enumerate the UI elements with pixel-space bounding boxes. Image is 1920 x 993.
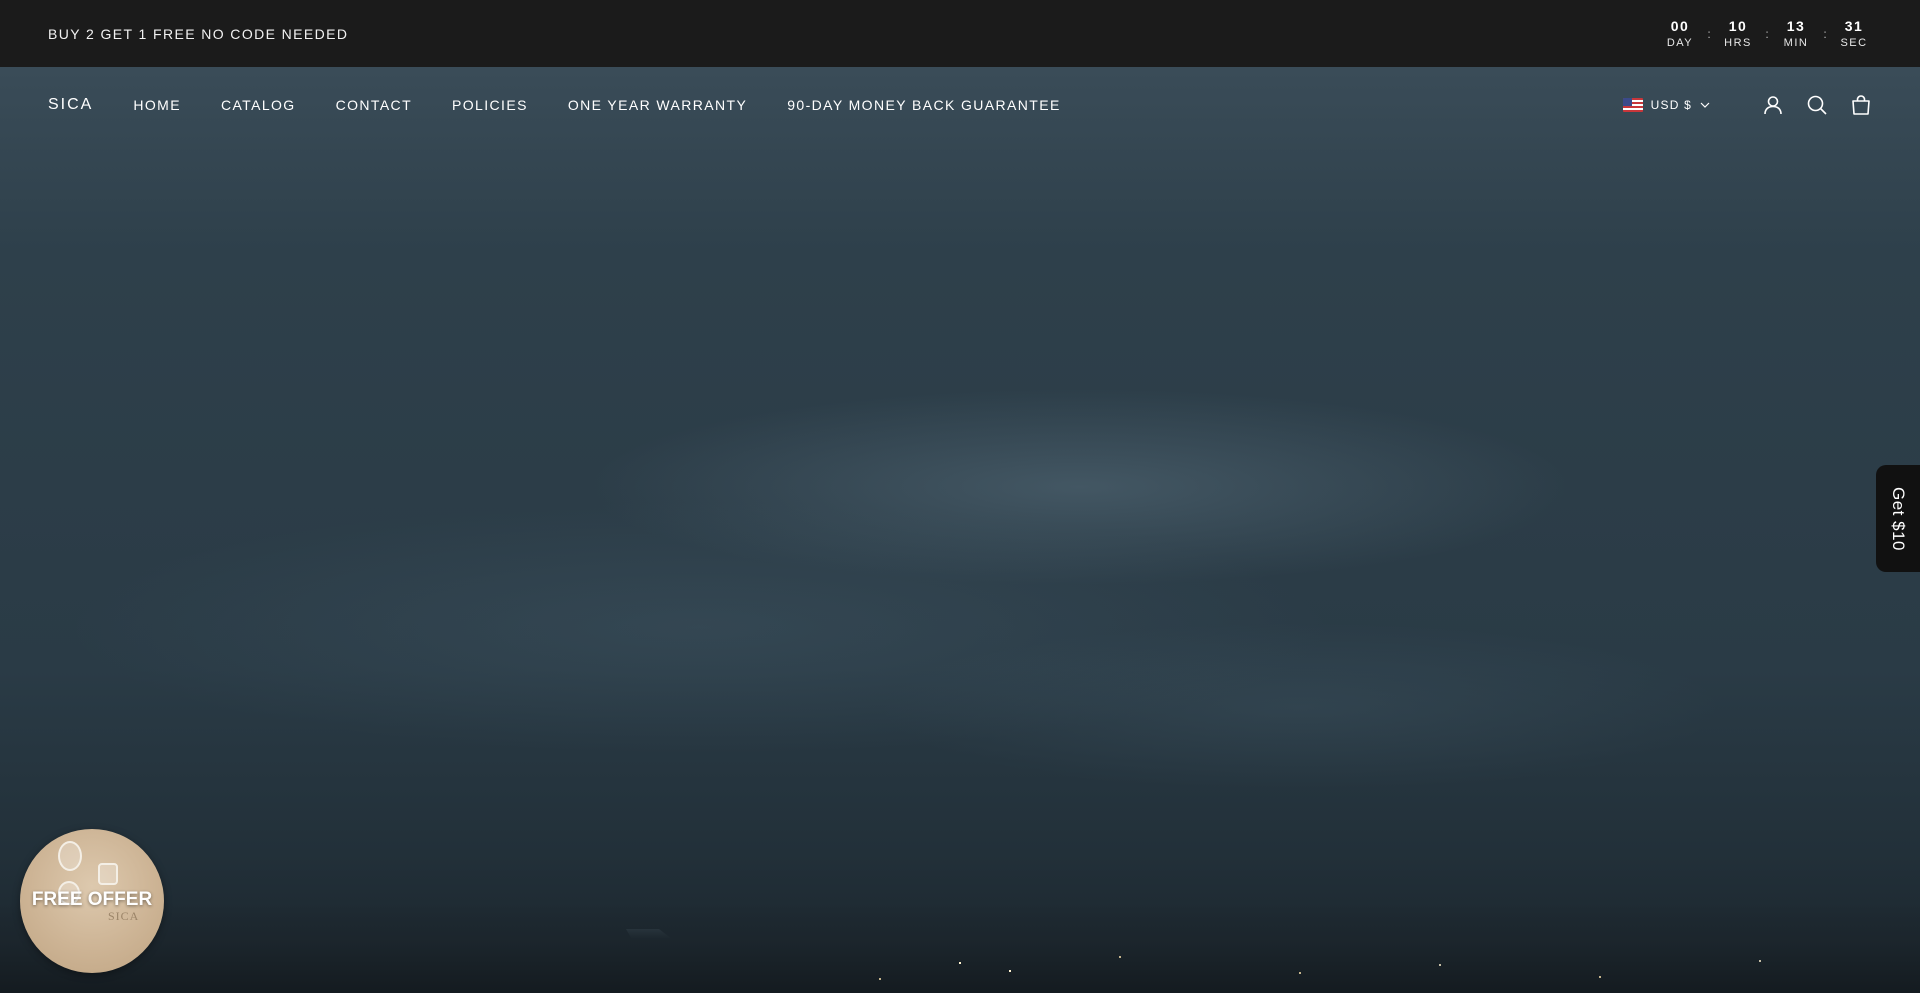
nav-home[interactable]: HOME bbox=[133, 97, 181, 113]
ring-image bbox=[98, 863, 118, 885]
announcement-text: BUY 2 GET 1 FREE NO CODE NEEDED bbox=[48, 25, 349, 42]
countdown-minutes-label: MIN bbox=[1783, 36, 1809, 49]
countdown-hours: 10 HRS bbox=[1720, 17, 1756, 51]
main-nav: HOME CATALOG CONTACT POLICIES ONE YEAR W… bbox=[133, 97, 1060, 113]
chevron-down-icon bbox=[1700, 102, 1710, 108]
countdown-days-value: 00 bbox=[1670, 17, 1690, 34]
nav-money-back-guarantee[interactable]: 90-DAY MONEY BACK GUARANTEE bbox=[787, 97, 1061, 113]
countdown-minutes-value: 13 bbox=[1786, 17, 1806, 34]
account-icon[interactable] bbox=[1762, 94, 1784, 116]
site-logo[interactable]: SICA bbox=[48, 96, 93, 114]
site-header: SICA HOME CATALOG CONTACT POLICIES ONE Y… bbox=[0, 67, 1920, 143]
nav-one-year-warranty[interactable]: ONE YEAR WARRANTY bbox=[568, 97, 747, 113]
cart-icon[interactable] bbox=[1850, 94, 1872, 116]
countdown-separator: : bbox=[1707, 26, 1711, 41]
us-flag-icon bbox=[1622, 98, 1643, 112]
hero-background bbox=[0, 67, 1920, 993]
free-offer-label: FREE OFFER bbox=[31, 889, 153, 910]
header-actions: USD $ bbox=[1622, 94, 1872, 116]
hero-city-lights bbox=[0, 943, 1920, 993]
currency-label: USD $ bbox=[1650, 98, 1692, 112]
countdown-days-label: DAY bbox=[1666, 36, 1694, 49]
currency-selector[interactable]: USD $ bbox=[1622, 98, 1710, 112]
nav-contact[interactable]: CONTACT bbox=[336, 97, 412, 113]
countdown-seconds-label: SEC bbox=[1840, 36, 1868, 49]
countdown-days: 00 DAY bbox=[1662, 17, 1698, 51]
countdown-minutes: 13 MIN bbox=[1778, 17, 1814, 51]
announcement-bar: BUY 2 GET 1 FREE NO CODE NEEDED 00 DAY :… bbox=[0, 0, 1920, 67]
get-ten-dollars-tab[interactable]: Get $10 bbox=[1876, 465, 1920, 572]
countdown-timer: 00 DAY : 10 HRS : 13 MIN : 31 SEC bbox=[1662, 17, 1872, 51]
countdown-seconds: 31 SEC bbox=[1836, 17, 1872, 51]
search-icon[interactable] bbox=[1806, 94, 1828, 116]
offer-brand-mark: SICA bbox=[108, 909, 140, 923]
ring-image bbox=[58, 841, 82, 871]
countdown-hours-label: HRS bbox=[1724, 36, 1752, 49]
countdown-separator: : bbox=[1823, 26, 1827, 41]
get-ten-dollars-label: Get $10 bbox=[1889, 486, 1908, 551]
countdown-hours-value: 10 bbox=[1728, 17, 1748, 34]
countdown-separator: : bbox=[1765, 26, 1769, 41]
free-offer-bubble[interactable]: SICA FREE OFFER bbox=[20, 829, 164, 973]
nav-policies[interactable]: POLICIES bbox=[452, 97, 528, 113]
countdown-seconds-value: 31 bbox=[1844, 17, 1864, 34]
nav-catalog[interactable]: CATALOG bbox=[221, 97, 296, 113]
